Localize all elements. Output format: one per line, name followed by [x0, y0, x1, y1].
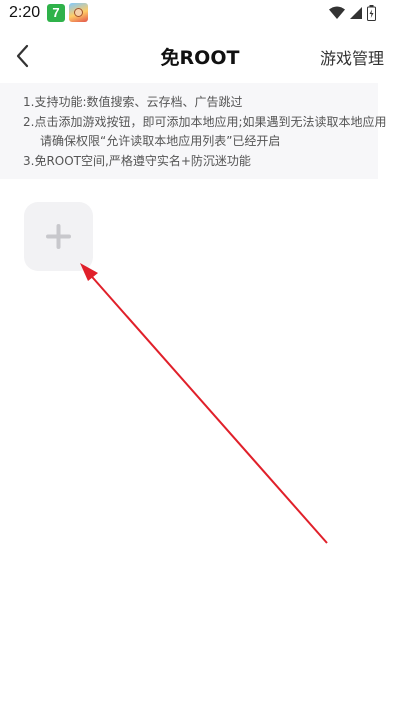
wifi-icon — [329, 6, 345, 19]
header-bar: 免ROOT 游戏管理 — [0, 30, 400, 82]
game-app-icon — [69, 3, 88, 22]
plus-icon — [46, 224, 71, 249]
status-bar: 2:20 7 — [0, 0, 400, 28]
status-icons — [329, 4, 376, 22]
notice-line: 2.点击添加游戏按钮，即可添加本地应用;如果遇到无法读取本地应用 — [23, 114, 387, 129]
battery-icon — [367, 5, 376, 21]
notice-line: 3.免ROOT空间,严格遵守实名+防沉迷功能 — [23, 153, 251, 168]
notification-app-icon: 7 — [47, 4, 65, 22]
game-manage-button[interactable]: 游戏管理 — [320, 45, 384, 69]
status-time: 2:20 — [9, 4, 41, 21]
feature-notice: 1.支持功能:数值搜索、云存档、广告跳过 2.点击添加游戏按钮，即可添加本地应用… — [0, 83, 387, 179]
notice-line: 请确保权限“允许读取本地应用列表”已经开启 — [40, 134, 281, 148]
notice-line: 1.支持功能:数值搜索、云存档、广告跳过 — [23, 95, 243, 109]
signal-icon — [350, 7, 362, 19]
add-game-button[interactable] — [24, 202, 93, 271]
